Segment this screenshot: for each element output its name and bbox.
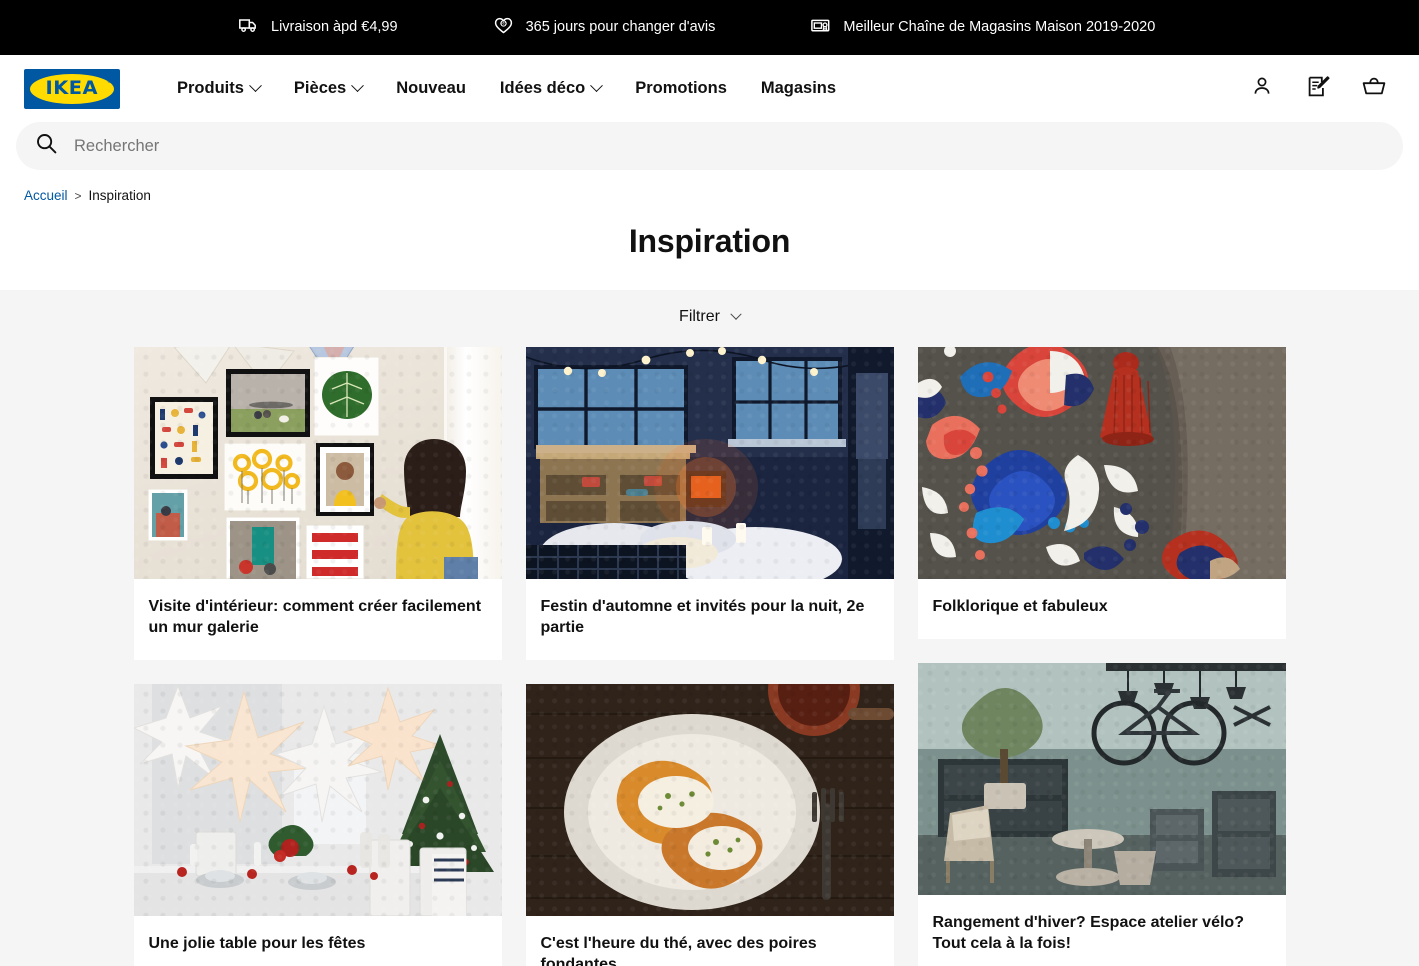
promo-label-returns: 365 jours pour changer d'avis (525, 19, 716, 36)
card-image-tea-pears (525, 684, 894, 917)
decor-pears-scene (525, 684, 894, 917)
promo-label-award: Meilleur Chaîne de Magasins Maison 2019-… (843, 19, 1156, 36)
decor-frame-pattern (149, 397, 218, 479)
decor-frame-landscape (225, 369, 310, 437)
inspiration-grid: Visite d'intérieur: comment créer facile… (133, 347, 1286, 966)
card-image-gallery-wall (133, 347, 502, 579)
decor-xmas-scene (133, 684, 502, 917)
decor-frame-girl (315, 443, 374, 516)
filter-row: Filtrer (0, 308, 1419, 347)
site-header: IKEA ® Produits Pièces Nouveau Idées déc… (0, 55, 1419, 122)
card-image-winter-storage (917, 663, 1286, 896)
decor-frame-stripes (305, 525, 364, 579)
nav-label-magasins: Magasins (760, 79, 837, 97)
card-image-festive-table (133, 684, 502, 917)
header-actions (1249, 75, 1395, 103)
inspiration-card-autumn-feast[interactable]: Festin d'automne et invités pour la nuit… (525, 347, 894, 661)
card-title-winter-storage: Rangement d'hiver? Espace atelier vélo? … (932, 914, 1244, 953)
card-title-festive-table: Une jolie table pour les fêtes (148, 935, 366, 953)
nav-item-idees-deco[interactable]: Idées déco (483, 71, 618, 106)
logo-text: IKEA (45, 77, 99, 99)
search-icon (36, 133, 57, 159)
decor-frame-leaf (313, 357, 379, 436)
search-input[interactable] (74, 122, 1383, 170)
card-title-folkloric: Folklorique et fabuleux (932, 598, 1108, 615)
promo-item-delivery[interactable]: Livraison àpd €4,99 (239, 18, 398, 37)
decor-embroidery (917, 347, 1286, 579)
account-button[interactable] (1249, 76, 1275, 102)
cart-button[interactable] (1361, 76, 1387, 102)
breadcrumb-link-accueil[interactable]: Accueil (24, 188, 68, 203)
inspiration-card-tea-pears[interactable]: C'est l'heure du thé, avec des poires fo… (525, 684, 894, 966)
promo-item-returns[interactable]: 365 365 jours pour changer d'avis (494, 17, 716, 38)
grid-column-2: Festin d'automne et invités pour la nuit… (525, 347, 894, 966)
nav-label-pieces: Pièces (293, 79, 347, 97)
breadcrumb-current-inspiration: Inspiration (88, 188, 151, 203)
inspiration-card-festive-table[interactable]: Une jolie table pour les fêtes (133, 684, 502, 966)
user-account-icon (1251, 75, 1273, 102)
shopping-list-edit-icon (1307, 75, 1330, 103)
promo-item-award[interactable]: Meilleur Chaîne de Magasins Maison 2019-… (811, 18, 1155, 37)
delivery-truck-icon (239, 18, 258, 37)
search-section (0, 122, 1419, 184)
nav-item-promotions[interactable]: Promotions (618, 71, 744, 106)
card-title-gallery-wall: Visite d'intérieur: comment créer facile… (148, 598, 482, 637)
chevron-down-icon (249, 79, 262, 93)
filter-button[interactable]: Filtrer (679, 308, 742, 326)
shopping-list-button[interactable] (1305, 75, 1331, 103)
card-title-autumn-feast: Festin d'automne et invités pour la nuit… (540, 598, 865, 637)
nav-item-pieces[interactable]: Pièces (277, 71, 379, 106)
promo-bar: Livraison àpd €4,99 365 365 jours pour c… (0, 0, 1419, 55)
page-title: Inspiration (0, 203, 1419, 290)
nav-item-nouveau[interactable]: Nouveau (379, 71, 483, 106)
filter-label: Filtrer (679, 308, 720, 325)
chevron-down-icon (351, 79, 365, 93)
card-title-tea-pears: C'est l'heure du thé, avec des poires fo… (540, 935, 817, 966)
decor-night-room (525, 347, 894, 579)
content-area: Filtrer Visite d'intérieur: comment crée… (0, 290, 1419, 966)
chevron-down-icon (590, 79, 604, 93)
grid-column-3: Folklorique et fabuleux Rangement d'hive… (917, 347, 1286, 966)
nav-item-produits[interactable]: Produits (160, 71, 277, 106)
svg-text:365: 365 (500, 22, 506, 26)
inspiration-card-folkloric[interactable]: Folklorique et fabuleux (917, 347, 1286, 640)
nav-label-promotions: Promotions (635, 79, 727, 97)
nav-label-nouveau: Nouveau (396, 79, 466, 97)
award-badge-icon (811, 18, 830, 37)
heart-365-return-icon: 365 (494, 17, 513, 38)
card-image-autumn-feast (525, 347, 894, 579)
promo-label-delivery: Livraison àpd €4,99 (271, 19, 398, 36)
breadcrumb-separator-icon: > (74, 188, 82, 203)
inspiration-card-gallery-wall[interactable]: Visite d'intérieur: comment créer facile… (133, 347, 502, 661)
decor-frame-scooter (225, 517, 300, 579)
inspiration-card-winter-storage[interactable]: Rangement d'hiver? Espace atelier vélo? … (917, 663, 1286, 966)
nav-label-idees-deco: Idées déco (499, 79, 586, 97)
breadcrumb: Accueil > Inspiration (0, 184, 1419, 203)
ikea-logo[interactable]: IKEA ® (24, 68, 120, 109)
logo-ellipse: IKEA ® (30, 73, 114, 104)
chevron-down-icon (730, 308, 742, 320)
shopping-bag-icon (1362, 76, 1386, 101)
nav-label-produits: Produits (177, 79, 244, 97)
search-box[interactable] (16, 122, 1403, 170)
decor-person (373, 439, 478, 579)
card-image-folkloric (917, 347, 1286, 579)
nav-item-magasins[interactable]: Magasins (744, 71, 853, 106)
logo-registered-mark: ® (107, 78, 111, 85)
decor-frame-small-photo (147, 489, 188, 541)
grid-column-1: Visite d'intérieur: comment créer facile… (133, 347, 502, 966)
decor-bike-workshop (917, 663, 1286, 896)
main-navigation: Produits Pièces Nouveau Idées déco Promo… (160, 71, 853, 106)
